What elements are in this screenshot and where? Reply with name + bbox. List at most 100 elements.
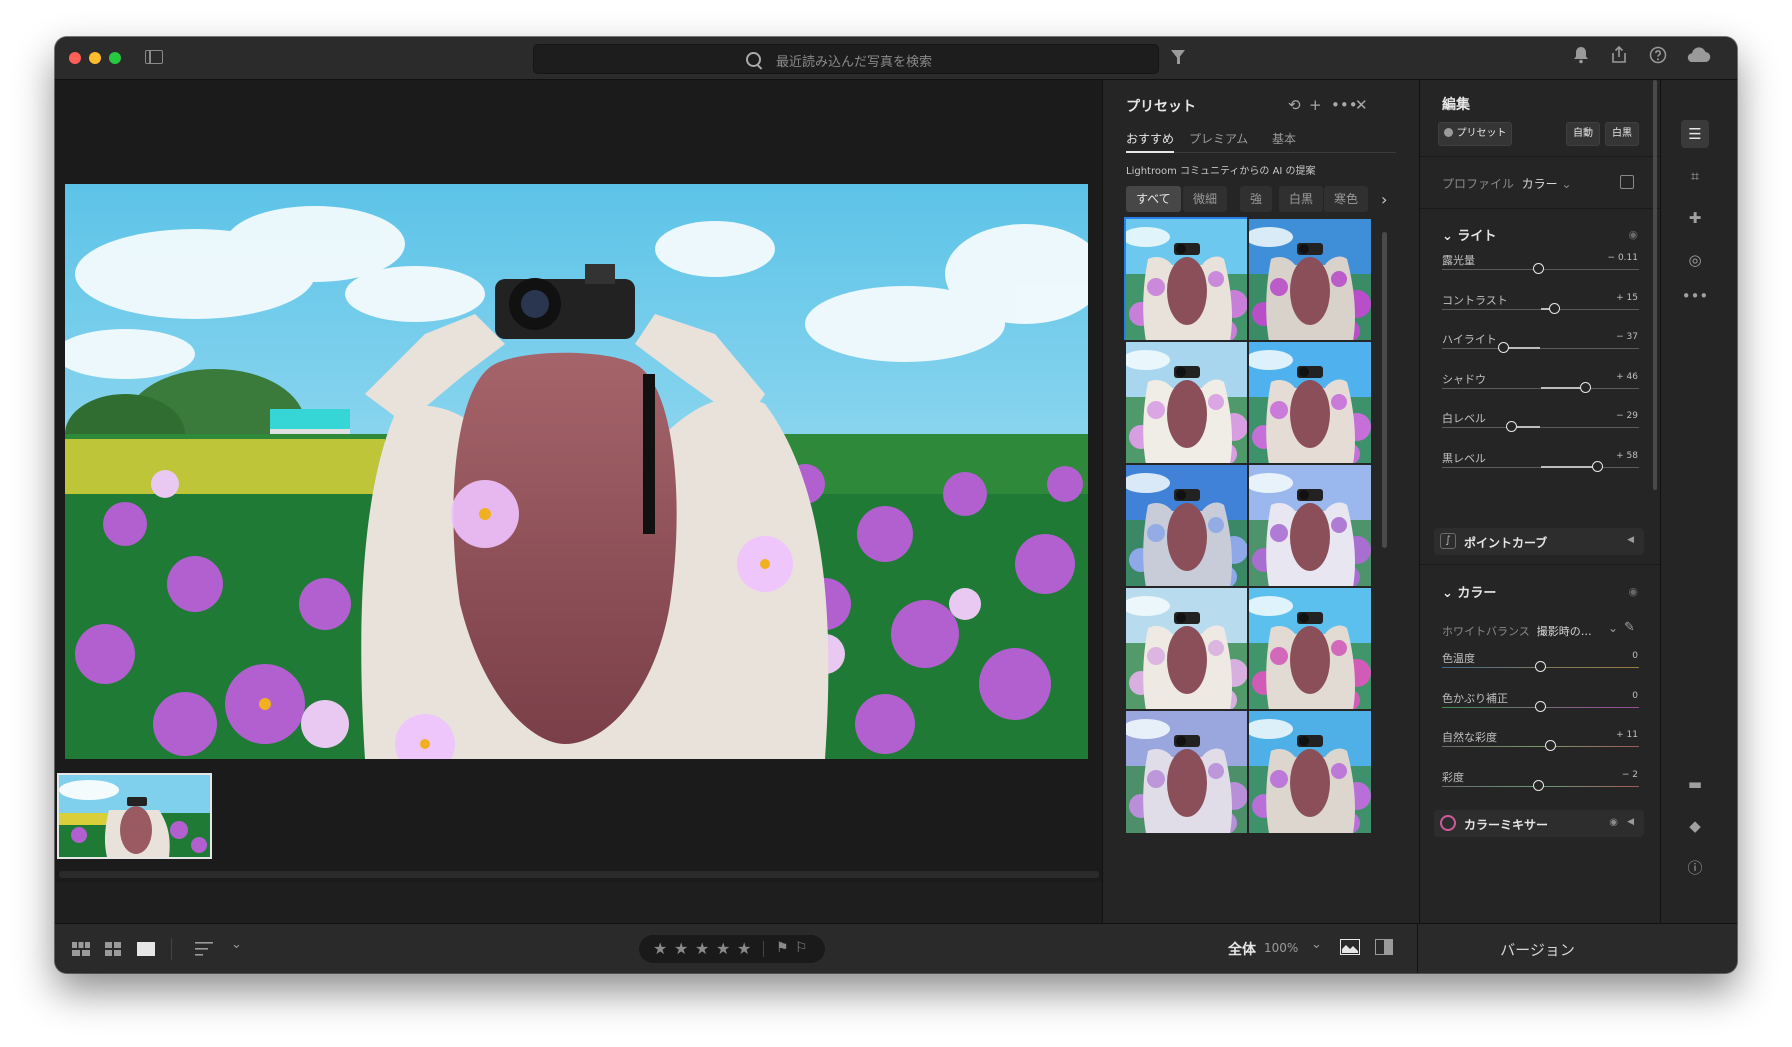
compare-view-icon[interactable] <box>1375 939 1393 959</box>
slider-knob[interactable] <box>1534 661 1546 672</box>
preset-thumbnail[interactable] <box>1247 340 1373 466</box>
star-icon[interactable]: ★ <box>716 939 730 958</box>
slider-track[interactable] <box>1442 381 1639 393</box>
help-icon[interactable] <box>1649 46 1667 69</box>
slider-value[interactable]: + 46 <box>1616 372 1638 382</box>
slider-value[interactable]: + 11 <box>1616 730 1638 740</box>
slider-track[interactable] <box>1442 700 1639 712</box>
share-icon[interactable] <box>1610 45 1628 69</box>
add-preset-icon[interactable]: + <box>1309 96 1322 114</box>
eye-icon[interactable]: ◉ <box>1628 585 1638 598</box>
preset-thumbnail[interactable] <box>1247 586 1373 712</box>
bw-button[interactable]: 白黒 <box>1605 122 1639 146</box>
pick-flag-icon[interactable]: ⚑ <box>776 940 789 956</box>
slider-value[interactable]: + 15 <box>1616 293 1638 303</box>
white-balance-selector[interactable]: ホワイトバランス 撮影時の… <box>1442 623 1592 639</box>
color-mixer-row[interactable]: カラーミキサー ◉ ◀ <box>1434 810 1644 837</box>
close-panel-icon[interactable]: ✕ <box>1355 96 1368 114</box>
chevron-down-icon[interactable]: ⌄ <box>231 937 242 952</box>
crop-icon[interactable]: ⌗ <box>1681 162 1709 190</box>
slider-knob[interactable] <box>1532 779 1544 791</box>
preset-thumbnail[interactable] <box>1247 709 1373 835</box>
close-window-button[interactable] <box>69 52 81 64</box>
slider-knob[interactable] <box>1545 740 1557 751</box>
more-tools-icon[interactable]: ••• <box>1681 282 1709 310</box>
preset-thumbnail[interactable] <box>1247 217 1373 343</box>
preset-thumbnail[interactable] <box>1124 340 1250 466</box>
preset-thumbnail[interactable] <box>1124 709 1250 835</box>
bell-icon[interactable] <box>1573 46 1589 69</box>
versions-button[interactable]: バージョン <box>1417 924 1657 973</box>
edit-scrollbar[interactable] <box>1653 80 1657 490</box>
slider-value[interactable]: 0 <box>1632 651 1638 661</box>
reject-flag-icon[interactable]: ⚐ <box>795 940 808 956</box>
zoom-fit-label[interactable]: 全体 <box>1228 939 1256 959</box>
star-icon[interactable]: ★ <box>674 939 688 958</box>
chevron-down-icon[interactable]: ⌄ <box>1311 937 1322 952</box>
slider-value[interactable]: − 2 <box>1622 770 1638 780</box>
main-photo[interactable] <box>65 184 1088 759</box>
square-grid-icon[interactable] <box>105 941 121 960</box>
detail-view-icon[interactable] <box>137 941 155 960</box>
color-section-header[interactable]: ⌄ カラー <box>1442 582 1496 601</box>
chevron-down-icon[interactable]: ⌄ <box>1608 621 1618 635</box>
preset-thumbnail[interactable] <box>1124 586 1250 712</box>
photo-grid-icon[interactable] <box>72 941 90 960</box>
search-field[interactable]: 最近読み込んだ写真を検索 <box>533 44 1159 74</box>
point-curve-row[interactable]: ∫ ポイントカーブ ◀ <box>1434 528 1644 555</box>
slider-track[interactable] <box>1442 779 1639 791</box>
slider-value[interactable]: − 29 <box>1616 411 1638 421</box>
preset-thumbnail[interactable] <box>1247 463 1373 589</box>
sidebar-toggle-icon[interactable] <box>145 50 163 64</box>
zoom-value[interactable]: 100% <box>1264 941 1298 955</box>
tag-icon[interactable]: ◆ <box>1681 812 1709 840</box>
slider-value[interactable]: − 0.11 <box>1608 253 1638 263</box>
slider-track[interactable] <box>1442 661 1639 672</box>
more-options-icon[interactable]: ••• <box>1331 96 1358 114</box>
slider-track[interactable] <box>1442 460 1639 472</box>
chip-bw[interactable]: 白黒 <box>1279 186 1324 212</box>
preset-thumbnail[interactable] <box>1124 217 1250 343</box>
filter-icon[interactable] <box>1171 50 1185 64</box>
chip-strong[interactable]: 強 <box>1240 186 1273 212</box>
tab-recommended[interactable]: おすすめ <box>1126 130 1174 147</box>
preset-button[interactable]: プリセット <box>1438 122 1512 146</box>
eye-icon[interactable]: ◉ <box>1628 228 1638 241</box>
filmstrip-scrollbar[interactable] <box>59 871 1099 878</box>
profile-selector[interactable]: プロファイル カラー ⌄ <box>1442 175 1572 192</box>
sort-icon[interactable] <box>195 941 213 960</box>
presets-scrollbar[interactable] <box>1382 232 1387 548</box>
cloud-icon[interactable] <box>1685 46 1711 69</box>
star-icon[interactable]: ★ <box>695 939 709 958</box>
comment-icon[interactable]: ▬ <box>1681 770 1709 798</box>
slider-knob[interactable] <box>1498 342 1510 353</box>
info-icon[interactable]: ⓘ <box>1681 854 1709 882</box>
slider-knob[interactable] <box>1532 263 1544 274</box>
slider-track[interactable] <box>1442 263 1639 274</box>
slider-knob[interactable] <box>1534 700 1546 712</box>
healing-brush-icon[interactable]: ✚ <box>1681 204 1709 232</box>
before-after-icon[interactable] <box>1340 939 1360 959</box>
slider-knob[interactable] <box>1591 460 1603 472</box>
undo-icon[interactable]: ⟲ <box>1288 96 1301 114</box>
edit-sliders-icon[interactable]: ☰ <box>1681 120 1709 148</box>
masking-icon[interactable]: ◎ <box>1681 246 1709 274</box>
eyedropper-icon[interactable]: ✎ <box>1624 620 1635 635</box>
slider-value[interactable]: − 37 <box>1616 332 1638 342</box>
slider-value[interactable]: + 58 <box>1616 451 1638 461</box>
filmstrip-thumbnail[interactable] <box>57 773 212 859</box>
slider-track[interactable] <box>1442 740 1639 751</box>
slider-knob[interactable] <box>1549 302 1561 314</box>
eye-icon[interactable]: ◉ <box>1609 817 1618 828</box>
chevron-right-icon[interactable]: › <box>1381 190 1387 209</box>
profile-browser-icon[interactable] <box>1620 175 1634 189</box>
slider-knob[interactable] <box>1505 421 1517 432</box>
slider-knob[interactable] <box>1579 381 1591 393</box>
tab-premium[interactable]: プレミアム <box>1189 130 1248 147</box>
zoom-window-button[interactable] <box>109 52 121 64</box>
slider-track[interactable] <box>1442 421 1639 432</box>
star-icon[interactable]: ★ <box>653 939 667 958</box>
star-icon[interactable]: ★ <box>737 939 751 958</box>
chip-subtle[interactable]: 微細 <box>1183 186 1228 212</box>
minimize-window-button[interactable] <box>89 52 101 64</box>
